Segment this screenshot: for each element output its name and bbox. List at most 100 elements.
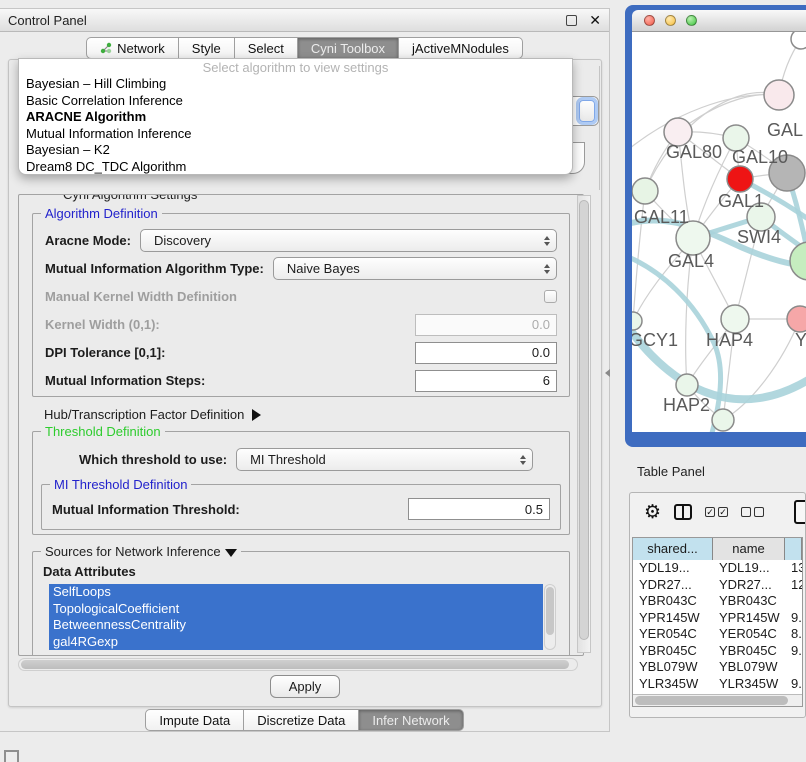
- close-traffic-light-icon[interactable]: [644, 15, 655, 26]
- table-cell[interactable]: YER054C: [713, 626, 785, 643]
- apply-button[interactable]: Apply: [270, 675, 340, 698]
- table-row[interactable]: YDL19...YDL19...13: [633, 560, 802, 577]
- table-row[interactable]: YDR27...YDR27...12: [633, 577, 802, 594]
- network-node[interactable]: [676, 374, 698, 396]
- network-node[interactable]: [790, 242, 806, 280]
- network-graph[interactable]: GALGAL80GAL10GAL1GAL11SWI4GAL4GCY1HAP4YH…: [632, 32, 806, 432]
- network-node[interactable]: [727, 166, 753, 192]
- table-cell[interactable]: [785, 593, 802, 610]
- table-cell[interactable]: YER054C: [633, 626, 713, 643]
- settings-vertical-scrollbar[interactable]: [577, 195, 591, 653]
- algorithm-option-dream8-dc-tdc-algorithm[interactable]: Dream8 DC_TDC Algorithm: [19, 159, 572, 175]
- which-threshold-select[interactable]: MI Threshold: [236, 448, 533, 471]
- table-cell[interactable]: YBL079W: [633, 659, 713, 676]
- data-attributes-list[interactable]: SelfLoopsTopologicalCoefficientBetweenne…: [49, 584, 543, 650]
- table-cell[interactable]: 12: [785, 577, 802, 594]
- tab-jactivemnodules[interactable]: jActiveMNodules: [399, 37, 523, 59]
- table-cell[interactable]: YDR27...: [633, 577, 713, 594]
- list-scrollbar[interactable]: [544, 584, 556, 650]
- table-cell[interactable]: 9.: [785, 610, 802, 627]
- mi-type-label: Mutual Information Algorithm Type:: [45, 261, 264, 276]
- tab-discretize-data[interactable]: Discretize Data: [244, 709, 359, 731]
- tab-infer-network[interactable]: Infer Network: [359, 709, 463, 731]
- hub-definition-expander[interactable]: Hub/Transcription Factor Definition: [44, 407, 261, 422]
- manual-kernel-checkbox[interactable]: [544, 290, 557, 303]
- algorithm-option-basic-correlation-inference[interactable]: Basic Correlation Inference: [19, 93, 572, 110]
- mi-threshold-group: MI Threshold Definition Mutual Informati…: [41, 484, 561, 530]
- network-node-label: Y: [795, 330, 806, 350]
- tab-network[interactable]: Network: [86, 37, 179, 59]
- tab-select[interactable]: Select: [235, 37, 298, 59]
- network-node[interactable]: [787, 306, 806, 332]
- network-node[interactable]: [632, 312, 642, 330]
- expand-arrow-icon[interactable]: [252, 409, 261, 421]
- table-cell[interactable]: [785, 659, 802, 676]
- table-row[interactable]: YBR045CYBR045C9.: [633, 643, 802, 660]
- table-cell[interactable]: YLR345W: [713, 676, 785, 693]
- table-cell[interactable]: YPR145W: [713, 610, 785, 627]
- data-attribute-item[interactable]: TopologicalCoefficient: [49, 601, 543, 618]
- table-cell[interactable]: YDL19...: [633, 560, 713, 577]
- aracne-mode-select[interactable]: Discovery: [140, 229, 557, 252]
- sources-group-title[interactable]: Sources for Network Inference: [41, 544, 241, 559]
- table-row[interactable]: YER054CYER054C8.: [633, 626, 802, 643]
- collapse-arrow-icon[interactable]: [225, 549, 237, 557]
- settings-horizontal-scrollbar[interactable]: [18, 658, 578, 671]
- mi-algorithm-type-select[interactable]: Naive Bayes: [273, 257, 557, 280]
- minimize-traffic-light-icon[interactable]: [665, 15, 676, 26]
- table-cell[interactable]: YBR045C: [713, 643, 785, 660]
- algorithm-option-bayesian-k2[interactable]: Bayesian – K2: [19, 142, 572, 159]
- data-attribute-item[interactable]: gal4RGexp: [49, 634, 543, 651]
- tab-impute-data[interactable]: Impute Data: [145, 709, 244, 731]
- algorithm-option-mutual-information-inference[interactable]: Mutual Information Inference: [19, 126, 572, 143]
- algorithm-option-bayesian-hill-climbing[interactable]: Bayesian – Hill Climbing: [19, 76, 572, 93]
- table-cell[interactable]: YLR345W: [633, 676, 713, 693]
- table-row[interactable]: YPR145WYPR145W9.: [633, 610, 802, 627]
- mi-steps-input[interactable]: 6: [415, 370, 557, 392]
- network-node[interactable]: [791, 32, 806, 49]
- minimized-panel-icon[interactable]: [4, 750, 19, 762]
- deselect-all-icon[interactable]: [741, 507, 764, 517]
- column-header-shared[interactable]: shared...: [633, 538, 713, 560]
- table-cell[interactable]: 9.: [785, 676, 802, 693]
- zoom-traffic-light-icon[interactable]: [686, 15, 697, 26]
- table-cell[interactable]: YBR043C: [713, 593, 785, 610]
- partial-icon[interactable]: [794, 500, 806, 524]
- select-all-icon[interactable]: ✓✓: [705, 507, 728, 517]
- close-icon[interactable]: ✕: [589, 13, 601, 27]
- table-cell[interactable]: YBR045C: [633, 643, 713, 660]
- table-cell[interactable]: YBR043C: [633, 593, 713, 610]
- dpi-tolerance-input[interactable]: 0.0: [415, 342, 557, 364]
- data-attribute-item[interactable]: SelfLoops: [49, 584, 543, 601]
- network-node[interactable]: [764, 80, 794, 110]
- data-attribute-item[interactable]: BetweennessCentrality: [49, 617, 543, 634]
- table-horizontal-scrollbar[interactable]: [633, 694, 802, 706]
- table-cell[interactable]: 8.: [785, 626, 802, 643]
- table-cell[interactable]: YPR145W: [633, 610, 713, 627]
- aracne-mode-label: Aracne Mode:: [45, 233, 131, 248]
- table-row[interactable]: YLR345WYLR345W9.: [633, 676, 802, 693]
- mi-type-value: Naive Bayes: [287, 261, 360, 276]
- table-cell[interactable]: YDL19...: [713, 560, 785, 577]
- column-header-2[interactable]: [785, 538, 802, 560]
- network-window: GALGAL80GAL10GAL1GAL11SWI4GAL4GCY1HAP4YH…: [625, 5, 806, 447]
- table-cell[interactable]: YDR27...: [713, 577, 785, 594]
- tab-cyni-toolbox[interactable]: Cyni Toolbox: [298, 37, 399, 59]
- network-canvas[interactable]: GALGAL80GAL10GAL1GAL11SWI4GAL4GCY1HAP4YH…: [632, 32, 806, 432]
- split-divider-arrow[interactable]: [605, 369, 610, 377]
- table-row[interactable]: YBR043CYBR043C: [633, 593, 802, 610]
- table-cell[interactable]: YBL079W: [713, 659, 785, 676]
- gear-icon[interactable]: ⚙: [644, 501, 661, 524]
- table-cell[interactable]: 13: [785, 560, 802, 577]
- network-node[interactable]: [712, 409, 734, 431]
- network-node[interactable]: [632, 178, 658, 204]
- table-row[interactable]: YBL079WYBL079W: [633, 659, 802, 676]
- algorithm-option-aracne-algorithm[interactable]: ARACNE Algorithm: [19, 109, 572, 126]
- column-header-name[interactable]: name: [713, 538, 785, 560]
- table-cell[interactable]: 9.: [785, 643, 802, 660]
- tab-style[interactable]: Style: [179, 37, 235, 59]
- column-layout-icon[interactable]: [674, 504, 692, 520]
- network-node[interactable]: [721, 305, 749, 333]
- mi-threshold-input[interactable]: 0.5: [408, 498, 550, 520]
- float-panel-icon[interactable]: [566, 15, 577, 26]
